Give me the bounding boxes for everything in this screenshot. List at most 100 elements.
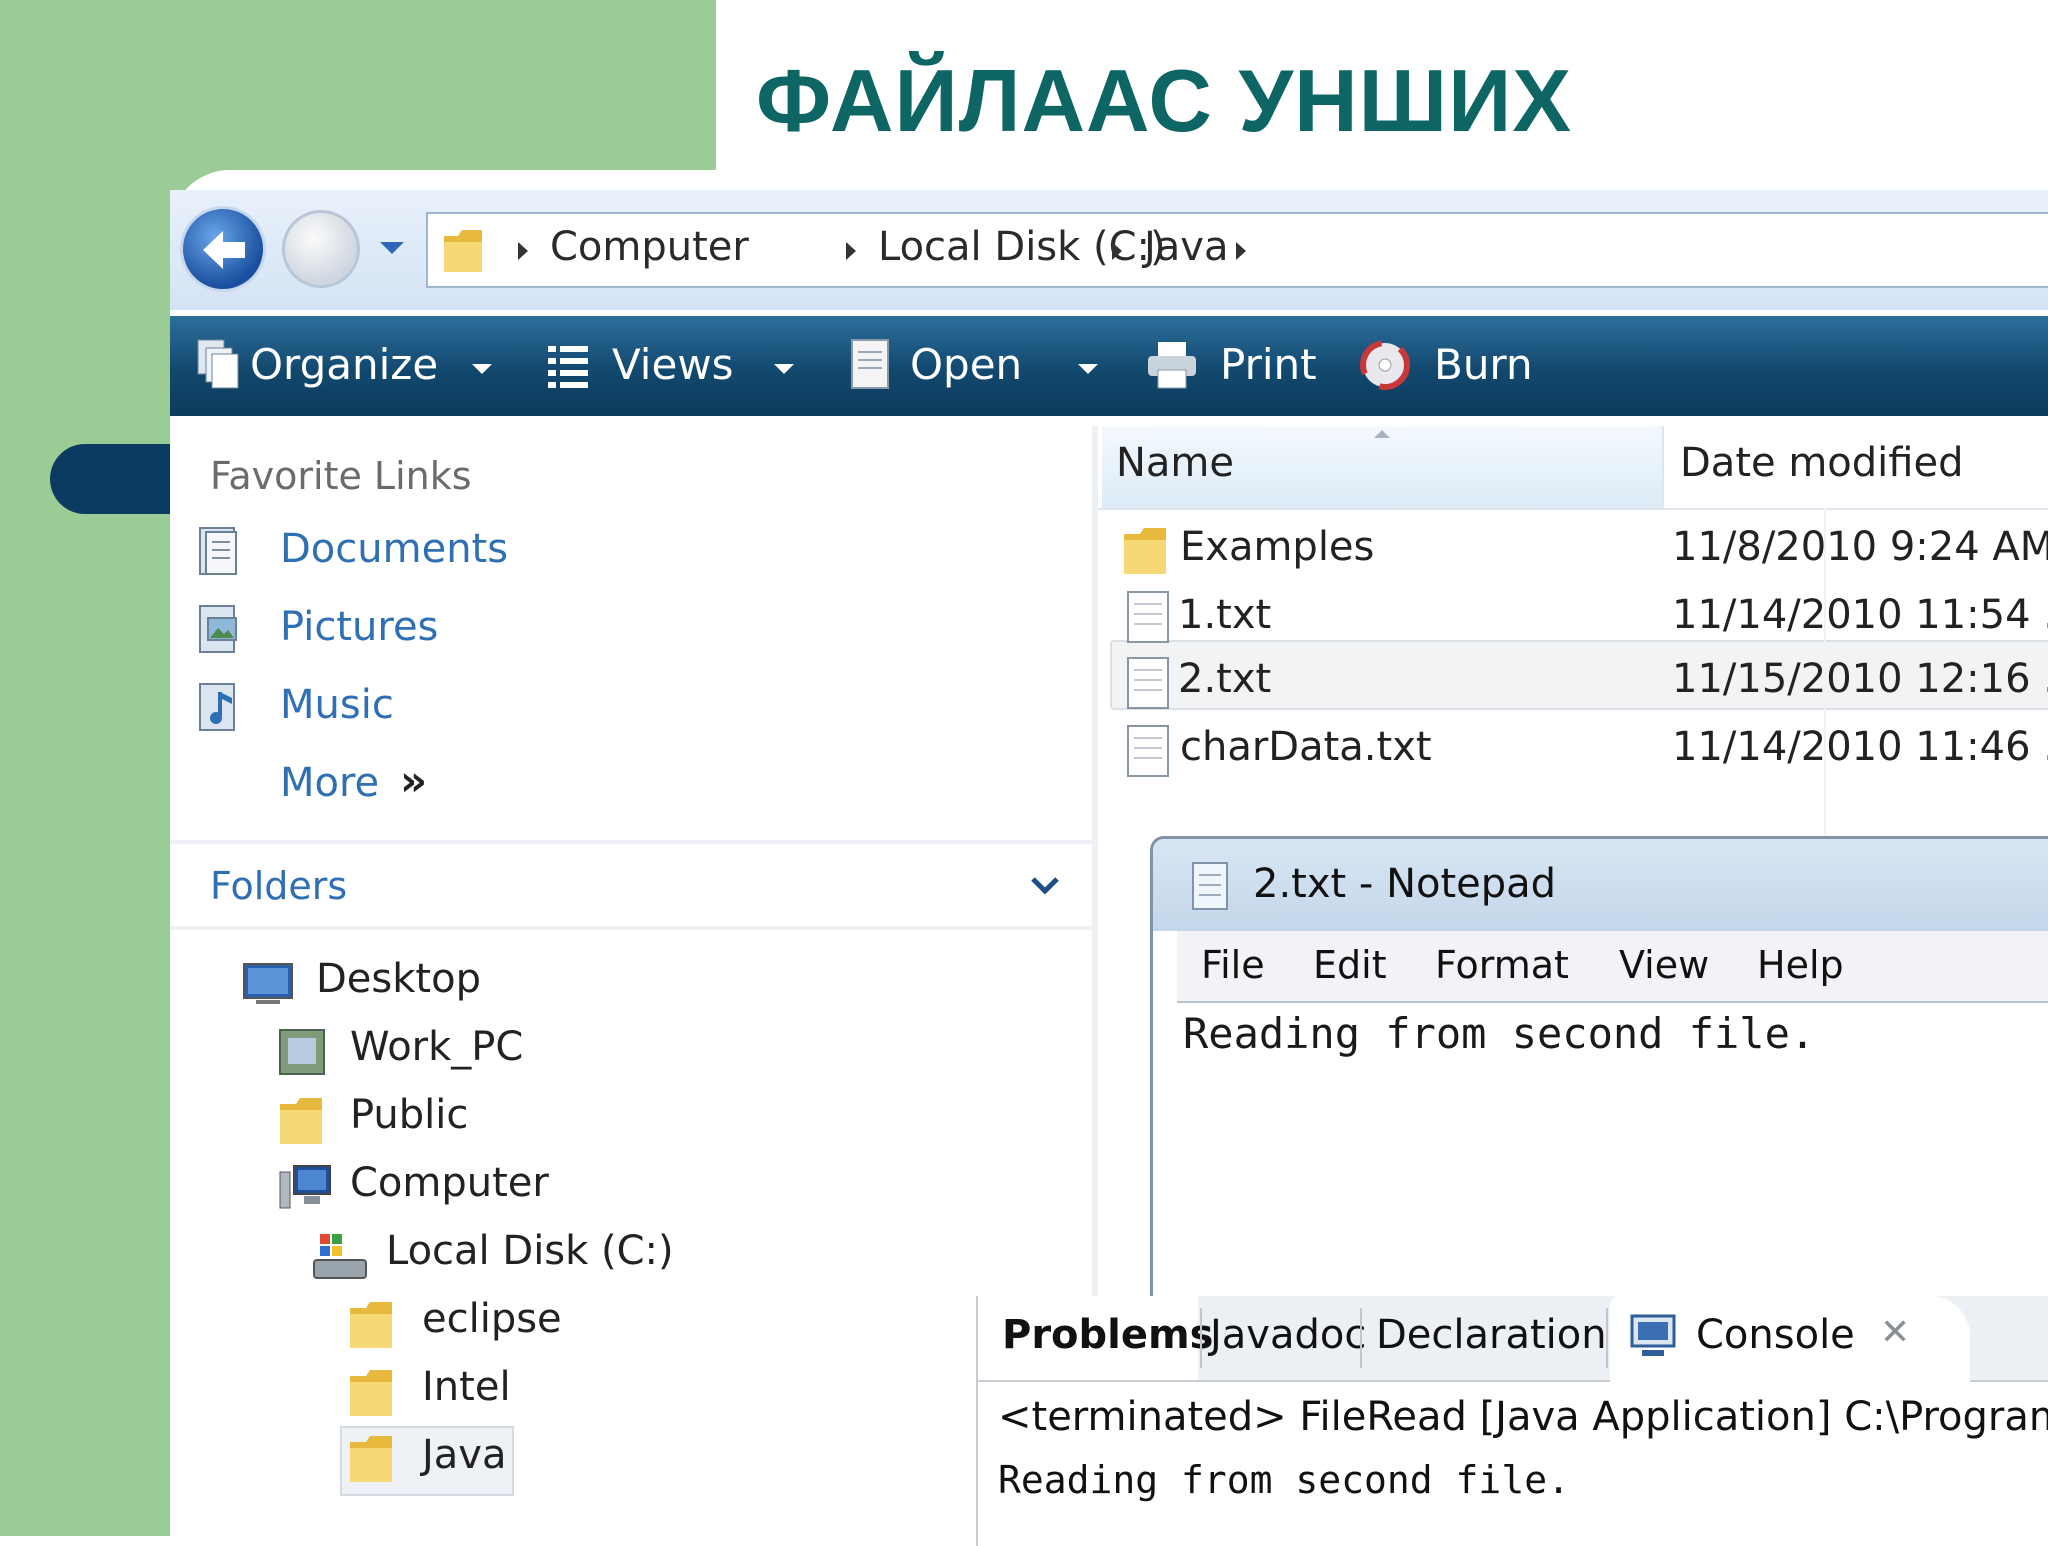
tab-separator bbox=[1360, 1308, 1362, 1368]
documents-label: Documents bbox=[280, 526, 509, 572]
tree-item-java[interactable]: Java bbox=[340, 1426, 514, 1496]
favorite-link-documents[interactable]: Documents bbox=[198, 522, 718, 586]
history-dropdown-icon[interactable] bbox=[380, 242, 404, 254]
menu-edit[interactable]: Edit bbox=[1313, 943, 1387, 987]
views-icon bbox=[548, 346, 588, 388]
menu-format[interactable]: Format bbox=[1435, 943, 1569, 987]
favorite-links-heading: Favorite Links bbox=[210, 454, 472, 498]
tree-label-desktop: Desktop bbox=[316, 956, 481, 1002]
folder-icon bbox=[280, 1098, 322, 1144]
favorite-link-music[interactable]: Music bbox=[198, 678, 718, 742]
folders-heading: Folders bbox=[210, 864, 348, 908]
console-status-line: <terminated> FileRead [Java Application]… bbox=[998, 1394, 2048, 1440]
music-label: Music bbox=[280, 682, 394, 728]
tab-separator bbox=[1606, 1308, 1608, 1368]
file-name: 1.txt bbox=[1178, 592, 1272, 638]
notepad-window[interactable]: 2.txt - Notepad File Edit Format View He… bbox=[1150, 836, 2048, 1356]
computer-icon bbox=[279, 1165, 331, 1209]
tab-problems-label: Problems bbox=[1002, 1312, 1214, 1358]
breadcrumb-local-disk[interactable]: Local Disk (C:) bbox=[878, 224, 1166, 270]
breadcrumb-separator-icon bbox=[1112, 242, 1122, 260]
file-row[interactable]: 1.txt 11/14/2010 11:54 ... bbox=[1098, 586, 2048, 650]
pictures-icon bbox=[199, 605, 237, 653]
user-folder-icon bbox=[279, 1029, 325, 1075]
burn-disc-icon bbox=[1360, 340, 1410, 390]
tab-declaration[interactable]: Declaration bbox=[1364, 1296, 1607, 1380]
tree-item-computer[interactable]: Computer bbox=[278, 1158, 798, 1220]
tab-problems[interactable]: Problems bbox=[978, 1296, 1213, 1380]
breadcrumb-computer[interactable]: Computer bbox=[550, 224, 749, 270]
favorite-link-pictures[interactable]: Pictures bbox=[198, 600, 718, 664]
file-row-selected[interactable]: 2.txt 11/15/2010 12:16 ... bbox=[1098, 652, 2048, 716]
tree-label-public: Public bbox=[350, 1092, 469, 1138]
menu-file[interactable]: File bbox=[1201, 943, 1265, 987]
file-date: 11/14/2010 11:54 ... bbox=[1672, 592, 2048, 638]
burn-label: Burn bbox=[1434, 340, 1533, 389]
sort-ascending-icon bbox=[1374, 430, 1390, 438]
tree-label-java: Java bbox=[422, 1432, 507, 1478]
forward-button[interactable] bbox=[282, 210, 360, 288]
back-arrow-icon bbox=[203, 231, 245, 269]
tab-declaration-label: Declaration bbox=[1376, 1312, 1607, 1358]
views-button[interactable]: Views bbox=[546, 332, 816, 400]
folder-icon bbox=[444, 230, 482, 272]
breadcrumb-java[interactable]: Java bbox=[1144, 224, 1229, 270]
notepad-menu-bar: File Edit Format View Help bbox=[1177, 931, 2048, 1001]
tree-item-eclipse[interactable]: eclipse bbox=[348, 1294, 868, 1356]
tree-item-local-disk[interactable]: Local Disk (C:) bbox=[312, 1226, 832, 1288]
text-file-icon bbox=[1127, 591, 1169, 643]
command-toolbar: Organize Views Open Print Burn bbox=[170, 316, 2048, 416]
tab-javadoc-label: Javadoc bbox=[1210, 1312, 1367, 1358]
menu-help[interactable]: Help bbox=[1757, 943, 1844, 987]
slide-title: ФАЙЛААС УНШИХ bbox=[756, 51, 1573, 150]
tree-item-intel[interactable]: Intel bbox=[348, 1362, 868, 1424]
pane-separator bbox=[170, 840, 1092, 844]
notepad-title: 2.txt - Notepad bbox=[1253, 861, 1557, 907]
folder-icon bbox=[350, 1302, 392, 1348]
document-icon bbox=[851, 339, 889, 389]
tree-label-intel: Intel bbox=[422, 1364, 511, 1410]
more-chevron-icon: » bbox=[400, 756, 428, 805]
notepad-content: Reading from second file. bbox=[1183, 1009, 1816, 1058]
file-row[interactable]: charData.txt 11/14/2010 11:46 ... bbox=[1098, 718, 2048, 782]
documents-icon bbox=[199, 527, 237, 575]
tree-label-local-disk: Local Disk (C:) bbox=[386, 1228, 674, 1274]
burn-button[interactable]: Burn bbox=[1360, 332, 1540, 400]
tab-console[interactable]: Console ✕ bbox=[1610, 1296, 1970, 1382]
notepad-title-bar[interactable]: 2.txt - Notepad bbox=[1153, 839, 2048, 931]
text-file-icon bbox=[1127, 657, 1169, 709]
tree-item-work-pc[interactable]: Work_PC bbox=[278, 1022, 798, 1084]
favorite-links-more[interactable]: More » bbox=[280, 756, 480, 820]
column-header-name[interactable]: Name bbox=[1102, 426, 1662, 508]
tree-item-public[interactable]: Public bbox=[278, 1090, 798, 1152]
text-file-icon bbox=[1127, 725, 1169, 777]
folders-header[interactable]: Folders bbox=[170, 846, 1092, 924]
folder-icon bbox=[350, 1370, 392, 1416]
menu-view[interactable]: View bbox=[1619, 943, 1709, 987]
dropdown-arrow-icon bbox=[472, 364, 492, 374]
tab-separator bbox=[1200, 1308, 1202, 1368]
notepad-icon bbox=[1192, 862, 1228, 910]
open-label: Open bbox=[910, 340, 1023, 389]
breadcrumb-separator-icon bbox=[1236, 242, 1246, 260]
file-name: charData.txt bbox=[1180, 724, 1432, 770]
local-disk-icon bbox=[313, 1234, 367, 1279]
address-field[interactable]: Computer Local Disk (C:) Java bbox=[426, 212, 2048, 288]
folder-icon bbox=[1124, 528, 1166, 574]
back-button[interactable] bbox=[180, 206, 266, 292]
close-icon[interactable]: ✕ bbox=[1880, 1312, 1910, 1353]
tree-label-work-pc: Work_PC bbox=[350, 1024, 524, 1070]
address-bar-area: Computer Local Disk (C:) Java bbox=[170, 190, 2048, 310]
column-header-date-modified[interactable]: Date modified bbox=[1664, 426, 2048, 508]
file-row[interactable]: Examples 11/8/2010 9:24 AM bbox=[1098, 518, 2048, 582]
organize-button[interactable]: Organize bbox=[196, 332, 496, 400]
printer-icon bbox=[1148, 342, 1196, 389]
chevron-down-icon bbox=[1031, 877, 1059, 895]
dropdown-arrow-icon bbox=[774, 364, 794, 374]
print-button[interactable]: Print bbox=[1146, 332, 1326, 400]
tree-item-desktop[interactable]: Desktop bbox=[242, 954, 762, 1016]
file-name: 2.txt bbox=[1178, 656, 1272, 702]
pictures-label: Pictures bbox=[280, 604, 439, 650]
open-button[interactable]: Open bbox=[850, 332, 1150, 400]
tab-javadoc[interactable]: Javadoc bbox=[1204, 1296, 1366, 1380]
